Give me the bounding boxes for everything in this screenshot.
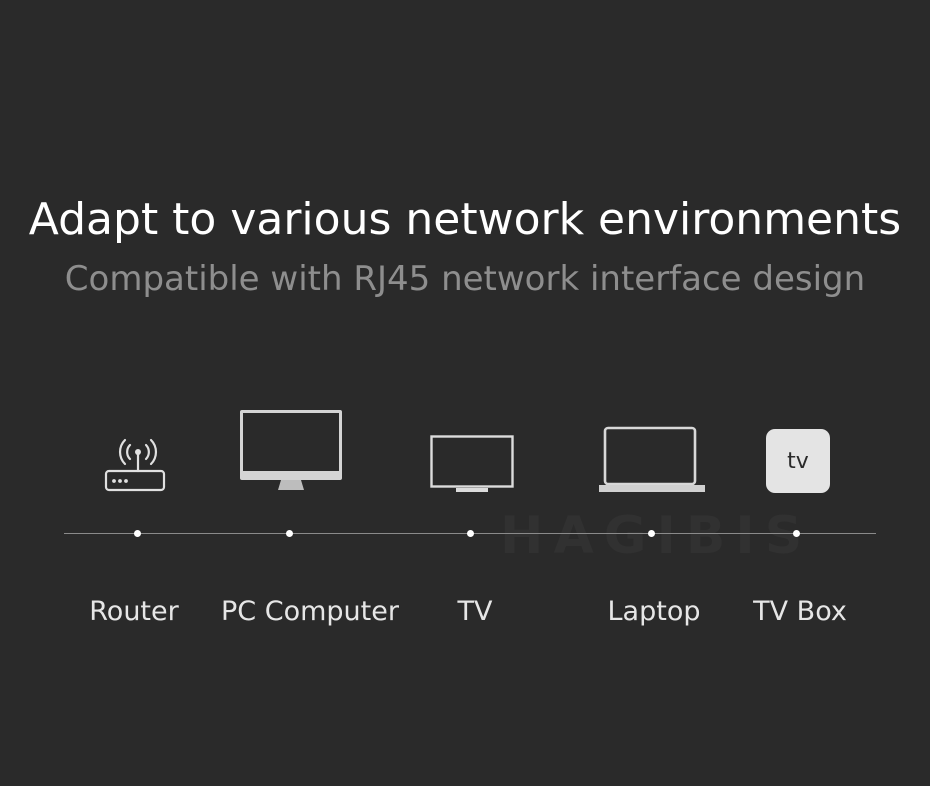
page-subtitle: Compatible with RJ45 network interface d… (64, 259, 866, 299)
device-label-pc-computer: PC Computer (221, 596, 399, 627)
device-label-tv: TV (457, 596, 493, 627)
timeline-dot-pc-computer (286, 530, 293, 537)
timeline-dot-router (134, 530, 141, 537)
tv-box-icon: tv (766, 429, 830, 493)
laptop-icon (599, 426, 705, 492)
device-label-tv-box: TV Box (753, 596, 847, 627)
tv-box-text: tv (787, 449, 809, 474)
monitor-icon (240, 410, 342, 490)
page-title: Adapt to various network environments (28, 194, 902, 245)
device-label-laptop: Laptop (607, 596, 701, 627)
timeline-dot-laptop (648, 530, 655, 537)
tv-icon (430, 435, 514, 492)
router-icon (104, 438, 166, 492)
product-banner: Adapt to various network environments Co… (0, 0, 930, 786)
timeline-dot-tv-box (793, 530, 800, 537)
timeline-dot-tv (467, 530, 474, 537)
brand-watermark: HAGIBIS (500, 506, 813, 566)
device-label-router: Router (89, 596, 179, 627)
